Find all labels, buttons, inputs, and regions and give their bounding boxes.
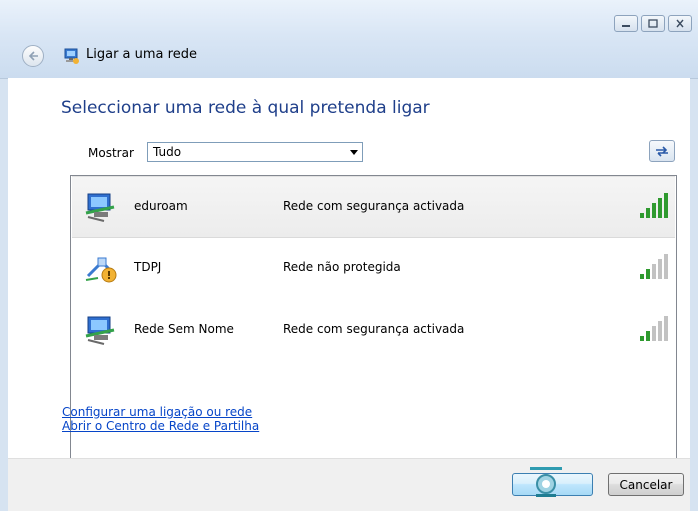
dialog-footer: Cancelar xyxy=(8,458,690,511)
window-title: Ligar a uma rede xyxy=(86,47,197,62)
unsecured-wireless-icon xyxy=(85,257,117,283)
links-section: Configurar uma ligação ou rede Abrir o C… xyxy=(62,405,259,433)
setup-connection-link[interactable]: Configurar uma ligação ou rede xyxy=(62,405,259,419)
dialog-content: Seleccionar uma rede à qual pretenda lig… xyxy=(8,78,690,462)
page-heading: Seleccionar uma rede à qual pretenda lig… xyxy=(61,98,430,118)
refresh-icon xyxy=(656,146,668,157)
back-button[interactable] xyxy=(22,45,44,67)
show-filter-dropdown[interactable]: Tudo xyxy=(147,142,363,162)
network-status: Rede com segurança activada xyxy=(283,322,465,336)
network-center-link[interactable]: Abrir o Centro de Rede e Partilha xyxy=(62,419,259,433)
dropdown-arrow-icon xyxy=(350,150,358,155)
minimize-button[interactable] xyxy=(614,15,638,32)
filter-value: Tudo xyxy=(153,145,182,159)
network-icon xyxy=(64,48,79,64)
show-label: Mostrar xyxy=(88,146,134,160)
maximize-icon xyxy=(648,19,658,28)
close-icon xyxy=(676,19,684,28)
network-name: Rede Sem Nome xyxy=(134,322,234,336)
refresh-button[interactable] xyxy=(649,140,675,162)
network-name: TDPJ xyxy=(134,260,162,274)
network-row-eduroam[interactable]: eduroam Rede com segurança activada xyxy=(72,176,675,238)
network-status: Rede com segurança activada xyxy=(283,199,465,213)
busy-spinner-icon xyxy=(530,467,562,497)
network-row-rede-sem-nome[interactable]: Rede Sem Nome Rede com segurança activad… xyxy=(72,300,675,362)
signal-strength-icon xyxy=(640,193,668,218)
secure-wireless-icon xyxy=(85,316,115,345)
network-status: Rede não protegida xyxy=(283,260,401,274)
window-controls xyxy=(614,15,692,32)
cancel-button[interactable]: Cancelar xyxy=(608,473,684,496)
network-row-tdpj[interactable]: TDPJ Rede não protegida xyxy=(72,238,675,300)
signal-strength-icon xyxy=(640,316,668,341)
secure-wireless-icon xyxy=(85,193,115,222)
signal-strength-icon xyxy=(640,254,668,279)
window-titlebar: Ligar a uma rede xyxy=(0,0,698,79)
close-button[interactable] xyxy=(668,15,692,32)
back-arrow-icon xyxy=(28,51,38,61)
maximize-button[interactable] xyxy=(641,15,665,32)
minimize-icon xyxy=(622,24,630,27)
network-name: eduroam xyxy=(134,199,188,213)
